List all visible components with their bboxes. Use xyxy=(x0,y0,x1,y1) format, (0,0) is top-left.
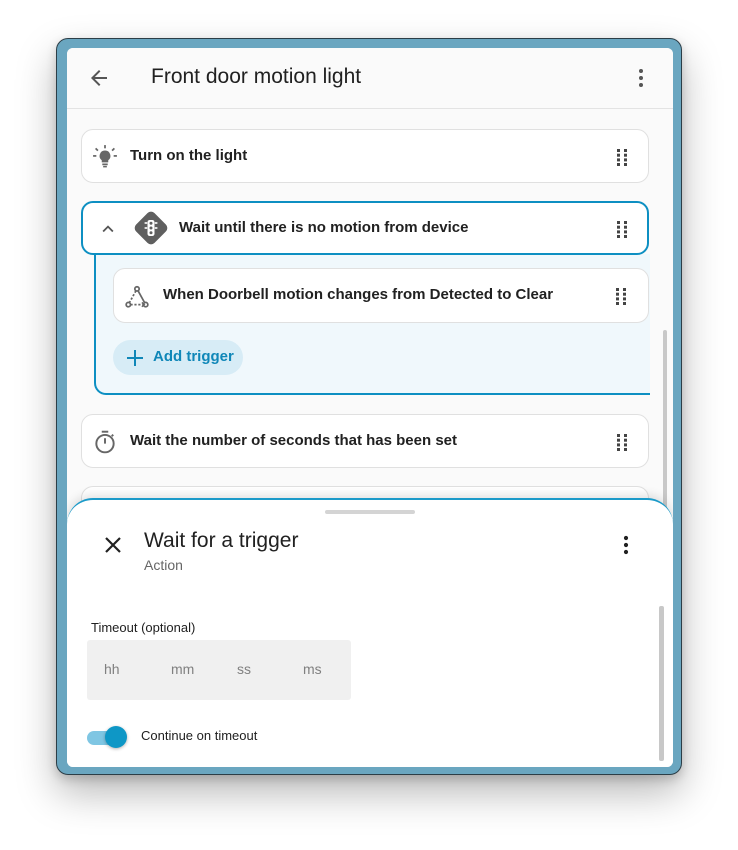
sheet-drag-handle[interactable] xyxy=(325,510,415,514)
sheet-subtitle: Action xyxy=(144,557,183,573)
device-hub-icon xyxy=(124,284,150,310)
milliseconds-field[interactable]: ms xyxy=(303,661,322,677)
chevron-up-icon[interactable] xyxy=(97,218,119,240)
device-frame: Front door motion light Turn on the ligh… xyxy=(56,38,682,775)
dots-vertical-icon[interactable] xyxy=(629,66,653,90)
action-card-wait-no-motion[interactable]: Wait until there is no motion from devic… xyxy=(81,201,649,255)
drag-handle-icon[interactable] xyxy=(609,284,633,308)
traffic-light-icon xyxy=(131,208,171,248)
trigger-card-doorbell-motion[interactable]: When Doorbell motion changes from Detect… xyxy=(113,268,649,323)
add-trigger-button[interactable]: Add trigger xyxy=(113,340,243,375)
add-trigger-label: Add trigger xyxy=(153,348,234,365)
drag-handle-icon[interactable] xyxy=(610,217,634,241)
action-label: Turn on the light xyxy=(130,147,248,164)
drag-handle-icon[interactable] xyxy=(610,145,634,169)
action-label: Wait until there is no motion from devic… xyxy=(179,219,469,236)
arrow-left-icon[interactable] xyxy=(87,66,111,90)
action-card-turn-on-light[interactable]: Turn on the light xyxy=(81,129,649,183)
toggle-thumb xyxy=(105,726,127,748)
lightbulb-icon xyxy=(92,144,118,170)
bottom-sheet: Wait for a trigger Action Timeout (optio… xyxy=(67,498,673,767)
minutes-field[interactable]: mm xyxy=(171,661,194,677)
sheet-scrollbar[interactable] xyxy=(659,606,664,761)
screen: Front door motion light Turn on the ligh… xyxy=(67,48,673,767)
sheet-title: Wait for a trigger xyxy=(144,529,299,552)
continue-on-timeout-toggle[interactable] xyxy=(87,726,127,750)
close-icon[interactable] xyxy=(101,533,125,557)
plus-icon xyxy=(125,348,145,368)
hours-field[interactable]: hh xyxy=(104,661,120,677)
timeout-label: Timeout (optional) xyxy=(91,620,196,635)
timer-icon xyxy=(92,429,118,455)
action-card-wait-seconds[interactable]: Wait the number of seconds that has been… xyxy=(81,414,649,468)
top-app-bar: Front door motion light xyxy=(67,48,673,109)
page-title: Front door motion light xyxy=(151,65,362,88)
seconds-field[interactable]: ss xyxy=(237,661,251,677)
timeout-duration-input[interactable]: hh mm ss ms xyxy=(87,640,351,700)
dots-vertical-icon[interactable] xyxy=(614,533,638,557)
trigger-label: When Doorbell motion changes from Detect… xyxy=(163,286,554,303)
action-label: Wait the number of seconds that has been… xyxy=(130,432,457,449)
drag-handle-icon[interactable] xyxy=(610,430,634,454)
main-scrollbar[interactable] xyxy=(663,330,667,530)
continue-on-timeout-label: Continue on timeout xyxy=(141,728,258,743)
